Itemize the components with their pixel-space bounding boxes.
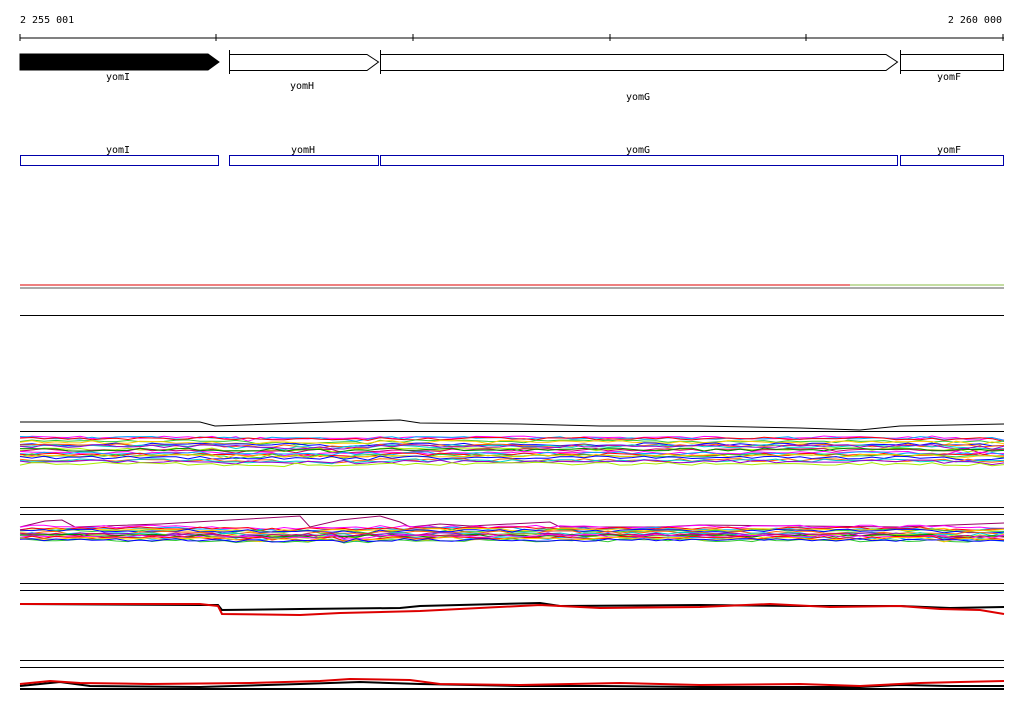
profile-a-top-line [20,419,1005,431]
gene-yomH[interactable]: yomH [229,50,380,92]
gene-track: yomI yomH yomG yomF [19,50,1004,103]
annotation-label-yomI: yomI [106,145,130,156]
annotation-box-yomF[interactable] [900,155,1004,166]
profile-track-d [19,667,1005,690]
gene-label-yomG: yomG [626,92,650,103]
gene-arrow-yomG[interactable] [380,54,899,71]
annotation-label-yomH: yomH [291,145,315,156]
coordinate-ruler: 2 255 001 2 260 000 [19,15,1004,41]
gene-yomI[interactable]: yomI [19,53,220,83]
annotation-box-yomG[interactable] [380,155,898,166]
gene-label-yomH: yomH [290,81,314,92]
track-a-profile-line [19,461,1005,468]
profile-track-c [19,590,1005,661]
ruler-end-label: 2 260 000 [948,15,1002,26]
gene-label-yomI: yomI [106,72,130,83]
profile-a-series-group [19,435,1005,468]
gene-arrow-yomH[interactable] [229,54,380,71]
profile-d-red-line [19,677,1005,688]
annotation-box-yomH[interactable] [229,155,379,166]
gene-yomF[interactable]: yomF [900,50,1004,83]
annotation-box-yomI[interactable] [20,155,219,166]
profile-track-b [19,514,1005,584]
gene-arrow-yomF[interactable] [900,54,1004,71]
profile-b-series-group [19,524,1005,544]
annotation-track: yomI yomH yomG yomF [20,145,1004,166]
gene-arrow-yomI[interactable] [19,53,220,71]
ruler-start-label: 2 255 001 [20,15,74,26]
gene-label-yomF: yomF [937,72,961,83]
genome-browser-view: 2 255 001 2 260 000 yomI yomH yomG yomF [19,15,1005,690]
annotation-label-yomG: yomG [626,145,650,156]
reference-track [20,284,1004,316]
profile-b-peak-line [19,515,1005,528]
profile-track-a [19,419,1005,508]
gene-yomG[interactable]: yomG [380,50,899,103]
annotation-label-yomF: yomF [937,145,961,156]
